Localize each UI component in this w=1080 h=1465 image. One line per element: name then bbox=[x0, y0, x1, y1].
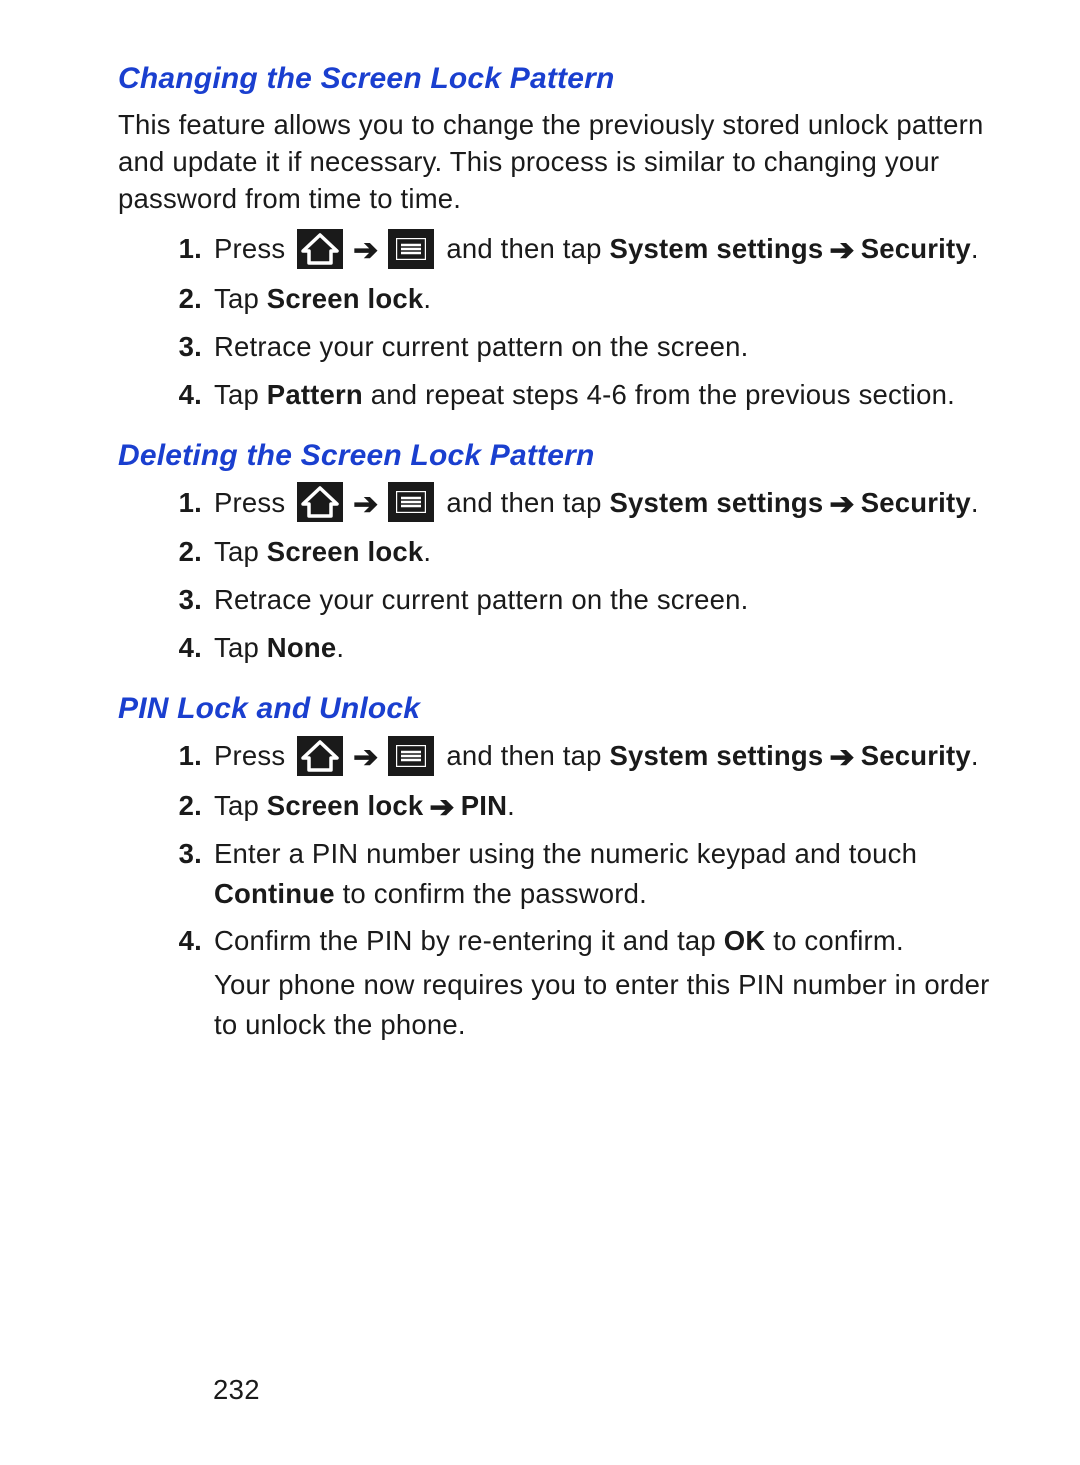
step-text: Retrace your current pattern on the scre… bbox=[214, 584, 748, 615]
step-text: to confirm the password. bbox=[335, 878, 647, 909]
bold-text: Security bbox=[861, 740, 971, 771]
menu-icon bbox=[388, 229, 434, 269]
step-text: to confirm. bbox=[765, 925, 903, 956]
steps-deleting: Press ➔ and then tap System settings➔Sec… bbox=[118, 483, 1000, 668]
step-pin-4: Confirm the PIN by re-entering it and ta… bbox=[208, 921, 1000, 1045]
step-text: . bbox=[971, 740, 979, 771]
arrow-icon: ➔ bbox=[353, 490, 378, 520]
steps-pin: Press ➔ and then tap System settings➔Sec… bbox=[118, 736, 1000, 1045]
step-text: and then tap bbox=[438, 740, 609, 771]
step-deleting-3: Retrace your current pattern on the scre… bbox=[208, 580, 1000, 620]
bold-text: Security bbox=[861, 233, 971, 264]
step-deleting-1: Press ➔ and then tap System settings➔Sec… bbox=[208, 483, 1000, 525]
page-number-value: 232 bbox=[213, 1374, 260, 1405]
manual-page: Changing the Screen Lock Pattern This fe… bbox=[0, 0, 1080, 1045]
step-text: . bbox=[971, 487, 979, 518]
bold-text: PIN bbox=[461, 790, 507, 821]
step-text: Tap bbox=[214, 790, 267, 821]
step-text: . bbox=[971, 233, 979, 264]
step-changing-1: Press ➔ and then tap System settings➔Sec… bbox=[208, 229, 1000, 271]
step-text: and then tap bbox=[438, 487, 609, 518]
steps-changing: Press ➔ and then tap System settings➔Sec… bbox=[118, 229, 1000, 414]
step-text: . bbox=[507, 790, 515, 821]
bold-text: System settings bbox=[609, 740, 823, 771]
step-text: and repeat steps 4-6 from the previous s… bbox=[363, 379, 955, 410]
bold-text: OK bbox=[724, 925, 766, 956]
intro-changing: This feature allows you to change the pr… bbox=[118, 106, 1000, 217]
arrow-icon: ➔ bbox=[829, 490, 854, 520]
step-text: Tap bbox=[214, 379, 267, 410]
step-text: Retrace your current pattern on the scre… bbox=[214, 331, 748, 362]
bold-text: Pattern bbox=[267, 379, 363, 410]
bold-text: Screen lock bbox=[267, 536, 424, 567]
step-text: . bbox=[423, 283, 431, 314]
bold-text: Screen lock bbox=[267, 790, 424, 821]
bold-text: Screen lock bbox=[267, 283, 424, 314]
bold-text: Security bbox=[861, 487, 971, 518]
menu-icon bbox=[388, 736, 434, 776]
step-text: Confirm the PIN by re-entering it and ta… bbox=[214, 925, 724, 956]
step-text: Press bbox=[214, 233, 293, 264]
heading-pin: PIN Lock and Unlock bbox=[118, 692, 1000, 726]
step-text: . bbox=[423, 536, 431, 567]
step-deleting-4: Tap None. bbox=[208, 628, 1000, 668]
step-text: Tap bbox=[214, 536, 267, 567]
home-icon bbox=[297, 736, 343, 776]
step-text: Press bbox=[214, 487, 293, 518]
bold-text: System settings bbox=[609, 233, 823, 264]
step-pin-1: Press ➔ and then tap System settings➔Sec… bbox=[208, 736, 1000, 778]
step-tail-text: Your phone now requires you to enter thi… bbox=[214, 969, 990, 1040]
step-text: Tap bbox=[214, 283, 267, 314]
bold-text: System settings bbox=[609, 487, 823, 518]
arrow-icon: ➔ bbox=[353, 743, 378, 773]
step-pin-2: Tap Screen lock➔PIN. bbox=[208, 786, 1000, 826]
home-icon bbox=[297, 229, 343, 269]
bold-text: Continue bbox=[214, 878, 335, 909]
step-changing-3: Retrace your current pattern on the scre… bbox=[208, 327, 1000, 367]
step-text: . bbox=[336, 632, 344, 663]
heading-changing: Changing the Screen Lock Pattern bbox=[118, 62, 1000, 96]
step-changing-2: Tap Screen lock. bbox=[208, 279, 1000, 319]
step-changing-4: Tap Pattern and repeat steps 4-6 from th… bbox=[208, 375, 1000, 415]
step-pin-3: Enter a PIN number using the numeric key… bbox=[208, 834, 1000, 914]
page-number: 232 bbox=[0, 1374, 1080, 1406]
step-text: Enter a PIN number using the numeric key… bbox=[214, 838, 917, 869]
arrow-icon: ➔ bbox=[353, 236, 378, 266]
menu-icon bbox=[388, 482, 434, 522]
step-deleting-2: Tap Screen lock. bbox=[208, 532, 1000, 572]
bold-text: None bbox=[267, 632, 337, 663]
step-text: Press bbox=[214, 740, 293, 771]
home-icon bbox=[297, 482, 343, 522]
step-text: and then tap bbox=[438, 233, 609, 264]
step-text: Tap bbox=[214, 632, 267, 663]
arrow-icon: ➔ bbox=[829, 743, 854, 773]
arrow-icon: ➔ bbox=[429, 793, 454, 823]
heading-deleting: Deleting the Screen Lock Pattern bbox=[118, 439, 1000, 473]
arrow-icon: ➔ bbox=[829, 236, 854, 266]
